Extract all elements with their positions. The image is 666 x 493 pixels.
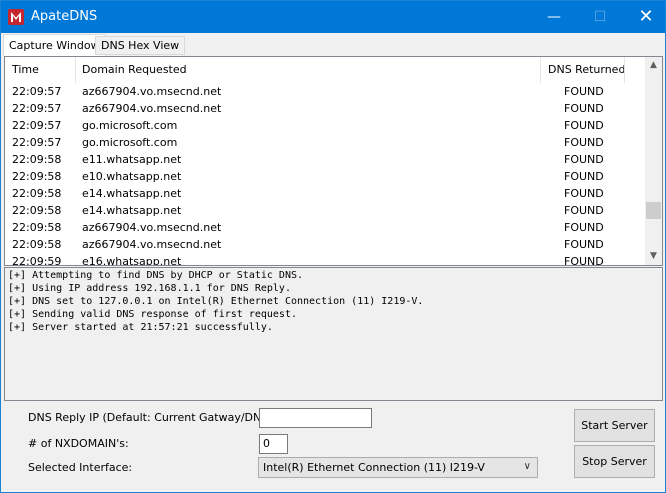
dns-reply-ip-label: DNS Reply IP (Default: Current Gatway/DN…	[28, 411, 277, 424]
row-dns-returned: FOUND	[564, 255, 604, 266]
column-header-domain[interactable]: Domain Requested	[82, 63, 187, 76]
interface-select-value: Intel(R) Ethernet Connection (11) I219-V	[263, 461, 485, 474]
dns-capture-table[interactable]: Time Domain Requested DNS Returned 22:09…	[4, 56, 663, 266]
row-domain: az667904.vo.msecnd.net	[82, 102, 222, 115]
title-bar[interactable]: ApateDNS — ☐ ✕	[1, 1, 665, 33]
row-domain: go.microsoft.com	[82, 119, 178, 132]
tab-strip: Capture Window DNS Hex View	[1, 34, 665, 56]
row-dns-returned: FOUND	[564, 102, 604, 115]
row-domain: e10.whatsapp.net	[82, 170, 182, 183]
nxdomain-count-input[interactable]: 0	[259, 434, 288, 454]
row-dns-returned: FOUND	[564, 153, 604, 166]
log-line: [+] Attempting to find DNS by DHCP or St…	[8, 270, 304, 281]
row-dns-returned: FOUND	[564, 119, 604, 132]
column-header-time[interactable]: Time	[12, 63, 39, 76]
tab-dns-hex-view[interactable]: DNS Hex View	[95, 36, 186, 55]
selected-interface-label: Selected Interface:	[28, 461, 133, 474]
stop-server-button[interactable]: Stop Server	[574, 445, 655, 478]
table-row[interactable]: 22:09:57 go.microsoft.com FOUND	[5, 134, 645, 151]
row-dns-returned: FOUND	[564, 221, 604, 234]
log-line: [+] DNS set to 127.0.0.1 on Intel(R) Eth…	[8, 296, 424, 307]
table-row[interactable]: 22:09:58 az667904.vo.msecnd.net FOUND	[5, 219, 645, 236]
status-log[interactable]: [+] Attempting to find DNS by DHCP or St…	[4, 267, 663, 401]
row-domain: e16.whatsapp.net	[82, 255, 182, 266]
apatedns-logo-icon	[8, 9, 24, 25]
column-divider[interactable]	[624, 57, 625, 83]
table-row[interactable]: 22:09:58 az667904.vo.msecnd.net FOUND	[5, 236, 645, 253]
row-dns-returned: FOUND	[564, 170, 604, 183]
table-header: Time Domain Requested DNS Returned	[5, 57, 645, 83]
row-time: 22:09:58	[12, 204, 62, 217]
row-dns-returned: FOUND	[564, 85, 604, 98]
row-time: 22:09:59	[12, 255, 62, 266]
tab-capture-window[interactable]: Capture Window	[3, 34, 106, 56]
table-row[interactable]: 22:09:57 az667904.vo.msecnd.net FOUND	[5, 100, 645, 117]
dns-reply-ip-input[interactable]	[259, 408, 372, 428]
row-time: 22:09:57	[12, 136, 62, 149]
row-domain: az667904.vo.msecnd.net	[82, 85, 222, 98]
row-dns-returned: FOUND	[564, 238, 604, 251]
maximize-icon[interactable]: ☐	[577, 1, 623, 33]
column-divider[interactable]	[540, 57, 541, 83]
row-time: 22:09:58	[12, 187, 62, 200]
log-line: [+] Server started at 21:57:21 successfu…	[8, 322, 273, 333]
row-time: 22:09:57	[12, 119, 62, 132]
table-row[interactable]: 22:09:58 e10.whatsapp.net FOUND	[5, 168, 645, 185]
scroll-up-icon[interactable]: ▲	[645, 57, 662, 74]
table-row[interactable]: 22:09:57 az667904.vo.msecnd.net FOUND	[5, 83, 645, 100]
chevron-down-icon: ∨	[523, 461, 531, 472]
table-row[interactable]: 22:09:57 go.microsoft.com FOUND	[5, 117, 645, 134]
nxdomain-count-label: # of NXDOMAIN's:	[28, 437, 129, 450]
row-dns-returned: FOUND	[564, 204, 604, 217]
row-time: 22:09:58	[12, 170, 62, 183]
row-domain: e14.whatsapp.net	[82, 187, 182, 200]
log-line: [+] Using IP address 192.168.1.1 for DNS…	[8, 283, 291, 294]
scroll-down-icon[interactable]: ▼	[645, 248, 662, 265]
minimize-icon[interactable]: —	[531, 1, 577, 33]
table-row[interactable]: 22:09:59 e16.whatsapp.net FOUND	[5, 253, 645, 266]
interface-select[interactable]: Intel(R) Ethernet Connection (11) I219-V…	[258, 457, 538, 478]
row-time: 22:09:58	[12, 238, 62, 251]
row-time: 22:09:58	[12, 221, 62, 234]
row-domain: e14.whatsapp.net	[82, 204, 182, 217]
column-header-dns-returned[interactable]: DNS Returned	[548, 63, 625, 76]
row-domain: e11.whatsapp.net	[82, 153, 182, 166]
close-icon[interactable]: ✕	[623, 1, 666, 33]
row-domain: go.microsoft.com	[82, 136, 178, 149]
table-row[interactable]: 22:09:58 e14.whatsapp.net FOUND	[5, 185, 645, 202]
row-dns-returned: FOUND	[564, 187, 604, 200]
row-domain: az667904.vo.msecnd.net	[82, 238, 222, 251]
app-window: ApateDNS — ☐ ✕ Capture Window DNS Hex Vi…	[0, 0, 666, 493]
row-domain: az667904.vo.msecnd.net	[82, 221, 222, 234]
table-row[interactable]: 22:09:58 e11.whatsapp.net FOUND	[5, 151, 645, 168]
table-vertical-scrollbar[interactable]: ▲ ▼	[645, 57, 662, 265]
window-title: ApateDNS	[31, 9, 98, 24]
column-divider[interactable]	[75, 57, 76, 83]
row-time: 22:09:57	[12, 102, 62, 115]
scrollbar-thumb[interactable]	[646, 202, 661, 219]
log-line: [+] Sending valid DNS response of first …	[8, 309, 297, 320]
row-time: 22:09:57	[12, 85, 62, 98]
row-time: 22:09:58	[12, 153, 62, 166]
row-dns-returned: FOUND	[564, 136, 604, 149]
table-row[interactable]: 22:09:58 e14.whatsapp.net FOUND	[5, 202, 645, 219]
start-server-button[interactable]: Start Server	[574, 409, 655, 442]
